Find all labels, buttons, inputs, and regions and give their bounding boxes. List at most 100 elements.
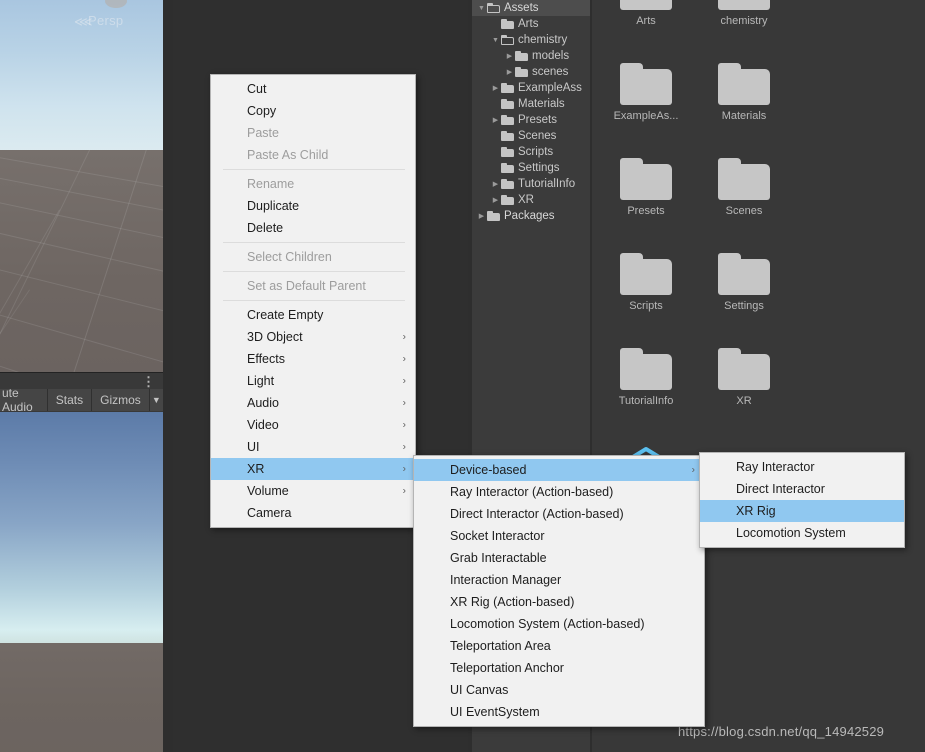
- asset-grid-item[interactable]: Scenes: [694, 158, 794, 217]
- folder-icon: [718, 348, 770, 390]
- menu-item-xr[interactable]: XR ›: [211, 458, 415, 480]
- menu-item-label: Teleportation Area: [450, 639, 551, 653]
- tree-item-scenes[interactable]: Scenes: [472, 128, 590, 144]
- menu-item-device-based[interactable]: Device-based ›: [414, 459, 704, 481]
- asset-grid-item[interactable]: Arts: [596, 0, 696, 27]
- menu-separator: [223, 242, 405, 243]
- asset-grid-item-label: TutorialInfo: [618, 395, 674, 407]
- menu-item-ui[interactable]: UI ›: [211, 436, 415, 458]
- asset-grid-item[interactable]: Scripts: [596, 253, 696, 312]
- menu-item-label: UI EventSystem: [450, 705, 540, 719]
- menu-item-create-empty[interactable]: Create Empty: [211, 304, 415, 326]
- stats-button[interactable]: Stats: [47, 389, 93, 411]
- menu-item-xr-rig-action-based[interactable]: XR Rig (Action-based): [414, 591, 704, 613]
- menu-item-3d-object[interactable]: 3D Object ›: [211, 326, 415, 348]
- panel-divider-vertical-left[interactable]: [163, 0, 173, 752]
- tree-item-xr[interactable]: ▶ XR: [472, 192, 590, 208]
- menu-item-audio[interactable]: Audio ›: [211, 392, 415, 414]
- chevron-down-icon[interactable]: ▼: [476, 5, 487, 12]
- menu-item-cut[interactable]: Cut: [211, 78, 415, 100]
- tree-item-materials[interactable]: Materials: [472, 96, 590, 112]
- menu-item-effects[interactable]: Effects ›: [211, 348, 415, 370]
- menu-item-direct-interactor-action-based[interactable]: Direct Interactor (Action-based): [414, 503, 704, 525]
- asset-grid-item[interactable]: Presets: [596, 158, 696, 217]
- chevron-right-icon[interactable]: ▶: [504, 52, 515, 60]
- chevron-right-icon[interactable]: ▶: [504, 68, 515, 76]
- menu-item-label: Paste As Child: [247, 148, 329, 162]
- menu-item-label: Interaction Manager: [450, 573, 562, 587]
- tree-item-scripts[interactable]: Scripts: [472, 144, 590, 160]
- folder-icon: [501, 179, 514, 189]
- menu-item-label: Cut: [247, 82, 267, 96]
- tree-item-arts[interactable]: Arts: [472, 16, 590, 32]
- menu-item-socket-interactor[interactable]: Socket Interactor: [414, 525, 704, 547]
- tree-item-models[interactable]: ▶ models: [472, 48, 590, 64]
- menu-item-locomotion-system[interactable]: Locomotion System: [700, 522, 904, 544]
- menu-item-teleportation-area[interactable]: Teleportation Area: [414, 635, 704, 657]
- menu-item-label: Select Children: [247, 250, 332, 264]
- menu-item-volume[interactable]: Volume ›: [211, 480, 415, 502]
- menu-item-label: Direct Interactor (Action-based): [450, 507, 624, 521]
- asset-grid-item[interactable]: ExampleAs...: [596, 63, 696, 122]
- menu-item-teleportation-anchor[interactable]: Teleportation Anchor: [414, 657, 704, 679]
- asset-grid-item[interactable]: XR: [694, 348, 794, 407]
- asset-grid-item[interactable]: Materials: [694, 63, 794, 122]
- device-based-submenu[interactable]: Ray Interactor Direct Interactor XR Rig Loc…: [699, 452, 905, 548]
- chevron-right-icon[interactable]: ▶: [490, 196, 501, 204]
- chevron-right-icon[interactable]: ▶: [490, 116, 501, 124]
- menu-item-video[interactable]: Video ›: [211, 414, 415, 436]
- hierarchy-context-menu[interactable]: Cut Copy Paste Paste As Child Rename Duplicat…: [210, 74, 416, 528]
- menu-item-locomotion-system-action-based[interactable]: Locomotion System (Action-based): [414, 613, 704, 635]
- menu-item-light[interactable]: Light ›: [211, 370, 415, 392]
- chevron-right-icon[interactable]: ▶: [476, 212, 487, 220]
- folder-icon: [487, 3, 500, 13]
- menu-item-paste: Paste: [211, 122, 415, 144]
- tree-item-chemistry[interactable]: ▼ chemistry: [472, 32, 590, 48]
- tree-item-scenes[interactable]: ▶ scenes: [472, 64, 590, 80]
- scene-view-toolbar: ⋮ ute Audio Stats Gizmos ▼: [0, 372, 163, 414]
- tree-item-label: Scripts: [518, 146, 554, 158]
- chevron-down-icon[interactable]: ▼: [490, 37, 501, 44]
- gizmos-button[interactable]: Gizmos: [92, 389, 150, 411]
- asset-grid-item[interactable]: TutorialInfo: [596, 348, 696, 407]
- tree-item-label: scenes: [532, 66, 569, 78]
- menu-item-direct-interactor[interactable]: Direct Interactor: [700, 478, 904, 500]
- chevron-right-icon[interactable]: ▶: [490, 180, 501, 188]
- menu-item-ui-canvas[interactable]: UI Canvas: [414, 679, 704, 701]
- menu-item-label: Video: [247, 418, 279, 432]
- menu-item-interaction-manager[interactable]: Interaction Manager: [414, 569, 704, 591]
- menu-item-paste-as-child: Paste As Child: [211, 144, 415, 166]
- menu-item-label: Ray Interactor (Action-based): [450, 485, 614, 499]
- menu-item-duplicate[interactable]: Duplicate: [211, 195, 415, 217]
- mute-audio-button[interactable]: ute Audio: [0, 386, 48, 414]
- menu-item-xr-rig[interactable]: XR Rig: [700, 500, 904, 522]
- menu-item-select-children: Select Children: [211, 246, 415, 268]
- asset-grid-item[interactable]: Settings: [694, 253, 794, 312]
- asset-grid-item[interactable]: chemistry: [694, 0, 794, 27]
- tree-item-label: XR: [518, 194, 534, 206]
- menu-item-ray-interactor[interactable]: Ray Interactor: [700, 456, 904, 478]
- menu-item-ui-eventsystem[interactable]: UI EventSystem: [414, 701, 704, 723]
- tree-item-exampleass[interactable]: ▶ ExampleAss: [472, 80, 590, 96]
- tree-item-packages[interactable]: ▶ Packages: [472, 208, 590, 224]
- folder-icon: [620, 63, 672, 105]
- game-view[interactable]: [0, 412, 163, 752]
- tree-item-assets[interactable]: ▼ Assets: [472, 0, 590, 16]
- folder-icon: [501, 83, 514, 93]
- overflow-menu-icon[interactable]: ⋮: [142, 375, 155, 388]
- menu-item-label: Rename: [247, 177, 295, 191]
- menu-item-grab-interactable[interactable]: Grab Interactable: [414, 547, 704, 569]
- menu-item-delete[interactable]: Delete: [211, 217, 415, 239]
- xr-submenu[interactable]: Device-based › Ray Interactor (Action-base…: [413, 455, 705, 727]
- tree-item-settings[interactable]: Settings: [472, 160, 590, 176]
- tree-item-tutorialinfo[interactable]: ▶ TutorialInfo: [472, 176, 590, 192]
- menu-item-copy[interactable]: Copy: [211, 100, 415, 122]
- gizmos-dropdown-icon[interactable]: ▼: [149, 389, 163, 411]
- tree-item-presets[interactable]: ▶ Presets: [472, 112, 590, 128]
- scene-view[interactable]: ⋘ Persp: [0, 0, 163, 372]
- menu-item-label: XR Rig: [736, 504, 776, 518]
- folder-icon: [501, 115, 514, 125]
- menu-item-camera[interactable]: Camera: [211, 502, 415, 524]
- menu-item-ray-interactor-action-based[interactable]: Ray Interactor (Action-based): [414, 481, 704, 503]
- chevron-right-icon[interactable]: ▶: [490, 84, 501, 92]
